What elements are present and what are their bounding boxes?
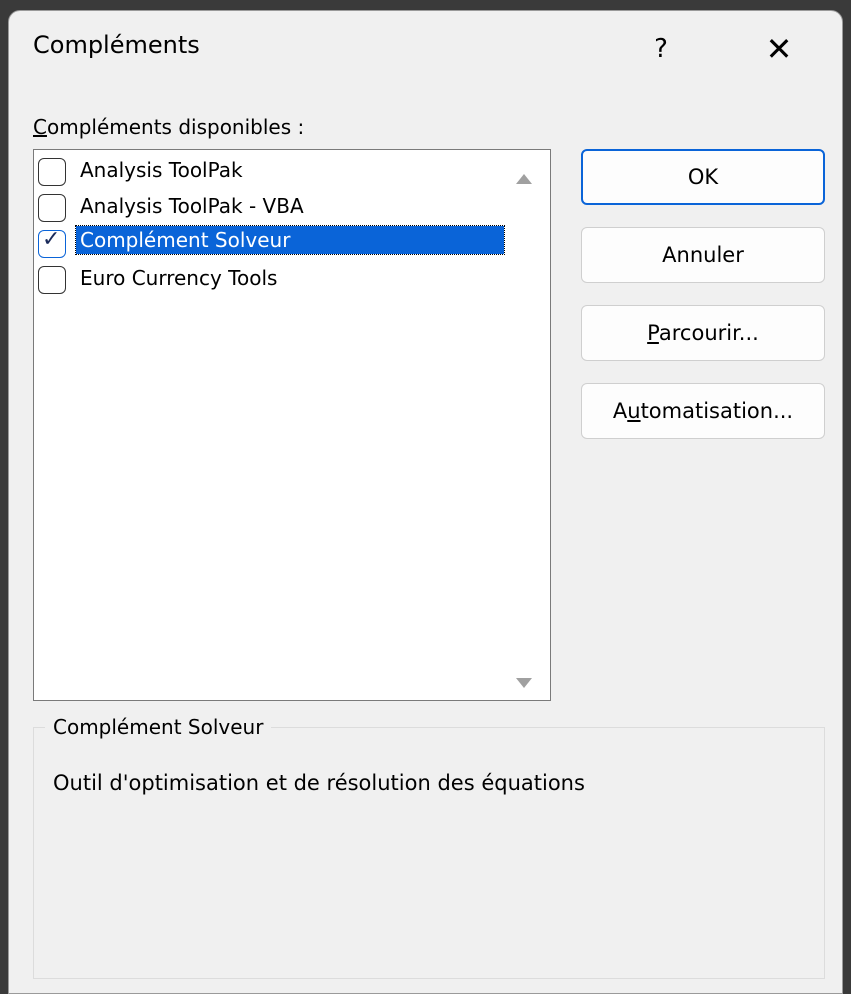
automation-label: tomatisation... — [640, 399, 794, 423]
addins-list: Analysis ToolPak Analysis ToolPak - VBA … — [36, 152, 506, 296]
automation-accel: u — [627, 399, 641, 423]
scroll-down-arrow-icon[interactable] — [516, 678, 532, 688]
automation-button[interactable]: Automatisation... — [581, 383, 825, 439]
description-title: Complément Solveur — [45, 715, 272, 739]
available-addins-label-text: ompléments disponibles : — [46, 115, 305, 139]
addins-listbox[interactable]: Analysis ToolPak Analysis ToolPak - VBA … — [33, 149, 551, 701]
ok-button[interactable]: OK — [581, 149, 825, 205]
description-group — [33, 727, 825, 979]
checkbox[interactable] — [38, 266, 66, 294]
checkbox[interactable] — [38, 194, 66, 222]
browse-accel: P — [647, 321, 659, 345]
close-button[interactable]: ✕ — [744, 23, 814, 75]
list-item-label: Analysis ToolPak — [80, 158, 243, 182]
automation-label-pre: A — [612, 399, 628, 423]
browse-button[interactable]: Parcourir... — [581, 305, 825, 361]
cancel-button[interactable]: Annuler — [581, 227, 825, 283]
available-addins-label-accel: C — [33, 115, 47, 139]
available-addins-label: Compléments disponibles : — [33, 115, 304, 139]
dialog-title: Compléments — [33, 31, 200, 59]
list-item[interactable]: Euro Currency Tools — [36, 260, 506, 296]
scroll-up-arrow-icon[interactable] — [516, 174, 532, 184]
list-item[interactable]: Analysis ToolPak — [36, 152, 506, 188]
addins-dialog: Compléments ? ✕ Compléments disponibles … — [8, 10, 843, 994]
list-item[interactable]: ✓ Complément Solveur — [36, 224, 506, 260]
list-item-label: Complément Solveur — [75, 225, 505, 255]
checkbox[interactable] — [38, 158, 66, 186]
list-item[interactable]: Analysis ToolPak - VBA — [36, 188, 506, 224]
checkmark-icon: ✓ — [42, 227, 61, 252]
help-button[interactable]: ? — [629, 23, 693, 75]
browse-label: arcourir... — [658, 321, 759, 345]
description-text: Outil d'optimisation et de résolution de… — [53, 771, 585, 795]
checkbox[interactable]: ✓ — [38, 227, 66, 258]
list-item-label: Analysis ToolPak - VBA — [80, 194, 304, 218]
list-item-label: Euro Currency Tools — [80, 266, 278, 290]
title-bar: Compléments ? ✕ — [9, 11, 842, 87]
